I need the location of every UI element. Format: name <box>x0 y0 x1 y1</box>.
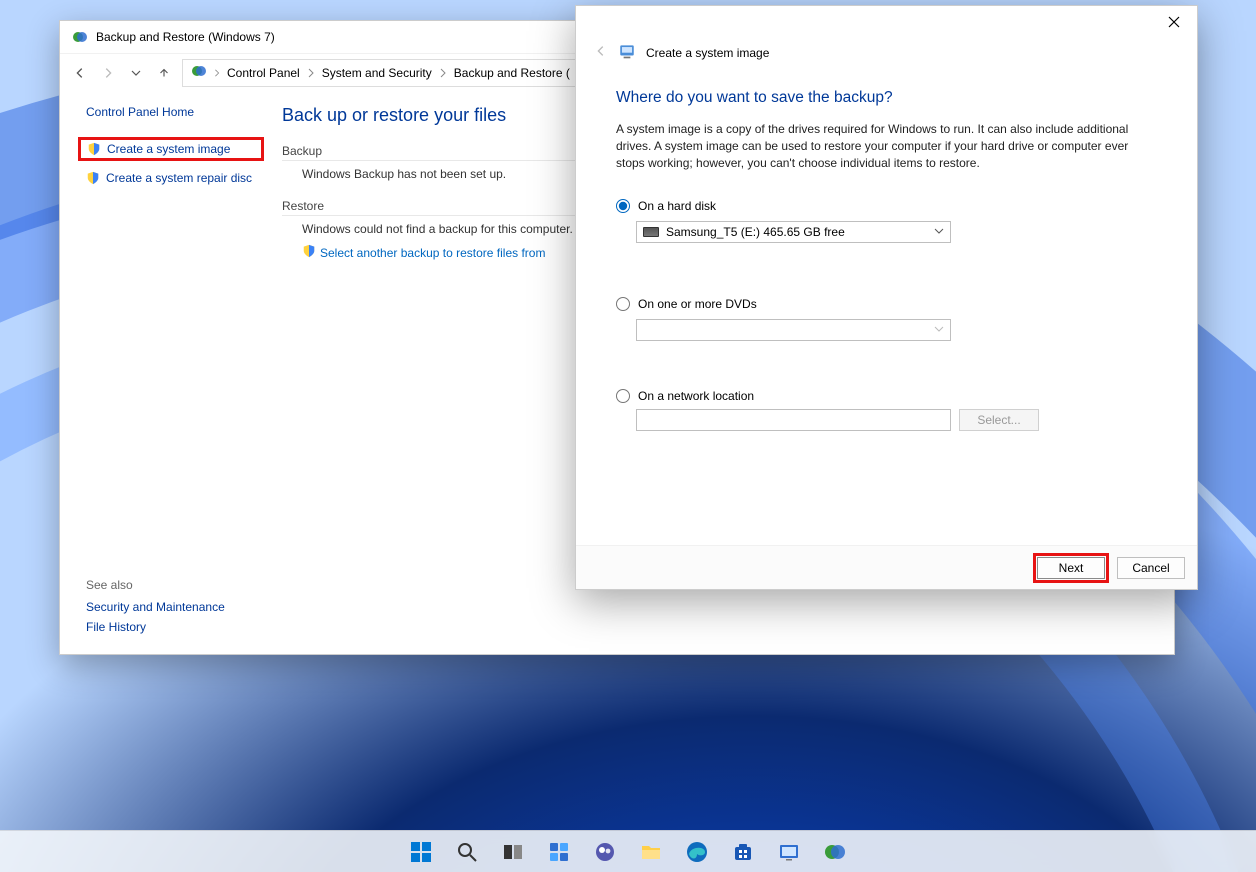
dialog-back-button[interactable] <box>594 44 608 61</box>
drive-select-combo[interactable]: Samsung_T5 (E:) 465.65 GB free <box>636 221 951 243</box>
search-button[interactable] <box>447 832 487 872</box>
task-view-button[interactable] <box>493 832 533 872</box>
nav-forward-button[interactable] <box>98 63 118 83</box>
see-also-link[interactable]: File History <box>86 620 225 634</box>
nav-recent-dropdown[interactable] <box>126 63 146 83</box>
radio-network[interactable] <box>616 389 630 403</box>
create-system-image-dialog: Create a system image Where do you want … <box>575 5 1198 590</box>
cancel-button[interactable]: Cancel <box>1117 557 1185 579</box>
breadcrumb-root-icon <box>191 63 207 82</box>
backup-app-button[interactable] <box>815 832 855 872</box>
dialog-body: Where do you want to save the backup? A … <box>576 73 1197 545</box>
create-repair-disc-link[interactable]: Create a system repair disc <box>86 171 256 185</box>
start-button[interactable] <box>401 832 441 872</box>
dialog-heading: Where do you want to save the backup? <box>616 89 1157 107</box>
microsoft-store-button[interactable] <box>723 832 763 872</box>
radio-hard-disk[interactable] <box>616 199 630 213</box>
system-image-icon <box>618 42 636 63</box>
option-network-label: On a network location <box>638 389 754 403</box>
chevron-down-icon <box>934 225 944 239</box>
network-select-button[interactable]: Select... <box>959 409 1039 431</box>
breadcrumb-item[interactable]: Backup and Restore ( <box>454 66 570 80</box>
teams-button[interactable] <box>585 832 625 872</box>
edge-button[interactable] <box>677 832 717 872</box>
option-network[interactable]: On a network location <box>616 389 1157 403</box>
breadcrumb-item[interactable]: System and Security <box>322 66 448 80</box>
nav-up-button[interactable] <box>154 63 174 83</box>
see-also-header: See also <box>86 578 225 592</box>
next-button[interactable]: Next <box>1037 557 1105 579</box>
nav-back-button[interactable] <box>70 63 90 83</box>
option-dvd-label: On one or more DVDs <box>638 297 757 311</box>
taskbar <box>0 830 1256 872</box>
chevron-down-icon <box>934 323 944 337</box>
cp-title: Backup and Restore (Windows 7) <box>96 30 275 44</box>
dialog-title: Create a system image <box>646 46 769 60</box>
highlight-create-image: Create a system image <box>78 137 264 161</box>
dialog-description: A system image is a copy of the drives r… <box>616 121 1157 171</box>
widgets-button[interactable] <box>539 832 579 872</box>
dialog-header: Create a system image <box>576 38 1197 73</box>
shield-icon <box>87 142 101 156</box>
shield-icon <box>86 171 100 185</box>
dvd-select-combo[interactable] <box>636 319 951 341</box>
control-panel-home-link[interactable]: Control Panel Home <box>86 105 256 119</box>
dialog-close-button[interactable] <box>1151 6 1197 38</box>
cp-sidebar: Control Panel Home Create a system image… <box>60 91 270 654</box>
radio-dvd[interactable] <box>616 297 630 311</box>
settings-app-button[interactable] <box>769 832 809 872</box>
shield-icon <box>302 244 316 261</box>
backup-restore-icon <box>72 29 88 45</box>
drive-selected-text: Samsung_T5 (E:) 465.65 GB free <box>666 225 845 239</box>
network-path-field[interactable] <box>636 409 951 431</box>
dialog-footer: Next Cancel <box>576 545 1197 589</box>
dialog-titlebar <box>576 6 1197 38</box>
drive-icon <box>643 227 659 237</box>
see-also-link[interactable]: Security and Maintenance <box>86 600 225 614</box>
see-also-section: See also Security and Maintenance File H… <box>86 578 225 640</box>
highlight-next: Next <box>1033 553 1109 583</box>
breadcrumb-item[interactable]: Control Panel <box>227 66 316 80</box>
file-explorer-button[interactable] <box>631 832 671 872</box>
option-hard-disk-label: On a hard disk <box>638 199 716 213</box>
option-dvd[interactable]: On one or more DVDs <box>616 297 1157 311</box>
create-system-image-link[interactable]: Create a system image <box>87 142 255 156</box>
option-hard-disk[interactable]: On a hard disk <box>616 199 1157 213</box>
